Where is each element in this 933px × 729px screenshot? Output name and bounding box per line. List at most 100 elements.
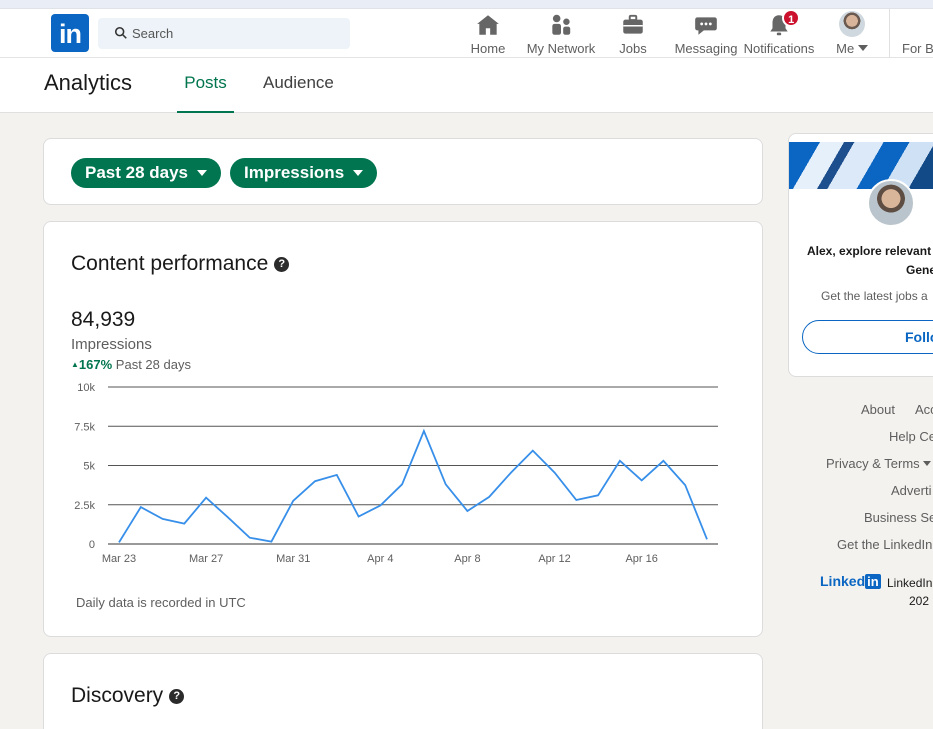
promo-card: Alex, explore relevant Gene Get the late… (788, 133, 933, 377)
nav-home[interactable]: Home (464, 9, 512, 58)
section-title-text: Content performance (71, 252, 269, 275)
data-point[interactable] (680, 480, 690, 490)
chevron-down-icon (923, 461, 932, 466)
nav-home-label: Home (470, 41, 506, 56)
tab-posts[interactable]: Posts (177, 73, 234, 113)
data-point[interactable] (397, 479, 407, 489)
footer-link-help[interactable]: Help Ce (889, 429, 933, 444)
x-tick-label: Apr 12 (538, 553, 570, 565)
section-title-text: Discovery (71, 684, 164, 707)
linkedin-logo[interactable]: in (51, 14, 89, 52)
nav-my-network[interactable]: My Network (520, 9, 602, 58)
home-icon (477, 15, 499, 35)
metric-dropdown[interactable]: Impressions (230, 158, 377, 188)
delta-percent: 167% (78, 357, 113, 372)
data-point[interactable] (550, 468, 560, 478)
impressions-total: 84,939 (71, 308, 136, 331)
data-point[interactable] (158, 514, 168, 524)
avatar (839, 11, 865, 37)
chevron-down-icon (857, 45, 868, 51)
nav-for-business-label: For B (902, 41, 933, 56)
data-point[interactable] (658, 456, 668, 466)
date-range-label: Past 28 days (85, 163, 189, 182)
data-point[interactable] (375, 501, 385, 511)
data-point[interactable] (441, 479, 451, 489)
y-tick-label: 10k (77, 382, 95, 394)
help-icon[interactable]: ? (274, 257, 290, 272)
follow-button[interactable]: Follo (802, 320, 933, 354)
data-point[interactable] (114, 537, 124, 547)
x-tick-label: Mar 23 (102, 553, 136, 565)
data-point[interactable] (288, 496, 298, 506)
date-range-dropdown[interactable]: Past 28 days (71, 158, 221, 188)
x-tick-label: Mar 31 (276, 553, 310, 565)
search-input[interactable] (132, 18, 342, 49)
data-point[interactable] (615, 456, 625, 466)
data-point[interactable] (593, 490, 603, 500)
data-point[interactable] (245, 533, 255, 543)
x-tick-label: Apr 16 (625, 553, 657, 565)
messaging-icon (695, 17, 717, 35)
footer-link-accessibility[interactable]: Acc (915, 402, 933, 417)
nav-jobs-label: Jobs (619, 41, 647, 56)
discovery-title: Discovery? (71, 684, 185, 708)
y-tick-label: 0 (89, 539, 95, 551)
data-point[interactable] (136, 502, 146, 512)
x-tick-label: Mar 27 (189, 553, 223, 565)
data-point[interactable] (528, 446, 538, 456)
footer-link-business[interactable]: Business Se (864, 510, 933, 525)
data-point[interactable] (484, 492, 494, 502)
delta-period: Past 28 days (115, 357, 191, 372)
footer-link-about[interactable]: About (861, 402, 895, 417)
avatar (867, 179, 915, 227)
data-point[interactable] (179, 519, 189, 529)
data-point[interactable] (310, 476, 320, 486)
data-point[interactable] (354, 512, 364, 522)
y-tick-label: 7.5k (74, 421, 95, 433)
analytics-header: Analytics Posts Audience (0, 58, 933, 113)
metric-label: Impressions (244, 163, 345, 182)
x-tick-label: Apr 4 (367, 553, 393, 565)
nav-notifications[interactable]: 1 Notifications (739, 9, 819, 58)
nav-messaging[interactable]: Messaging (671, 9, 741, 58)
data-point[interactable] (506, 468, 516, 478)
data-point[interactable] (571, 495, 581, 505)
page-title: Analytics (44, 70, 133, 95)
data-point[interactable] (462, 506, 472, 516)
network-icon (552, 14, 571, 35)
briefcase-icon (623, 14, 643, 34)
nav-divider (889, 9, 890, 58)
footer-link-advertising[interactable]: Adverti (891, 483, 931, 498)
data-point[interactable] (332, 470, 342, 480)
footer-link-app[interactable]: Get the LinkedIn (837, 537, 932, 552)
notification-badge: 1 (782, 9, 801, 27)
caret-down-icon (197, 170, 207, 176)
data-point[interactable] (419, 426, 429, 436)
footer-year: 202 (909, 594, 930, 608)
caret-down-icon (353, 170, 363, 176)
data-point[interactable] (266, 537, 276, 547)
data-point[interactable] (702, 534, 712, 544)
nav-me[interactable]: Me (829, 9, 875, 58)
nav-jobs[interactable]: Jobs (613, 9, 653, 58)
x-tick-label: Apr 8 (454, 553, 480, 565)
promo-banner (789, 142, 933, 189)
nav-for-business[interactable]: For B (902, 9, 933, 58)
data-point[interactable] (223, 512, 233, 522)
y-tick-label: 5k (83, 461, 95, 473)
impressions-line-chart: 0 2.5k 5k 7.5k 10k Mar 23 Mar 27 Mar 31 Apr 4 Apr… (74, 382, 718, 565)
nav-notifications-label: Notifications (743, 41, 815, 56)
data-point[interactable] (637, 475, 647, 485)
impressions-series-line (118, 428, 708, 543)
browser-strip (0, 0, 933, 9)
tab-audience[interactable]: Audience (263, 73, 334, 113)
help-icon[interactable]: ? (169, 689, 185, 704)
y-tick-label: 2.5k (74, 500, 95, 512)
footer-linkedin-logo: Linked in (820, 573, 881, 589)
footer-link-privacy[interactable]: Privacy & Terms (826, 456, 932, 471)
data-point[interactable] (201, 493, 211, 503)
search-box[interactable] (98, 18, 350, 49)
global-nav: in Home My Network Jobs Messaging 1 Noti… (0, 9, 933, 58)
content-performance-card: Content performance? 84,939 Impressions … (43, 221, 763, 637)
nav-messaging-label: Messaging (674, 41, 738, 56)
